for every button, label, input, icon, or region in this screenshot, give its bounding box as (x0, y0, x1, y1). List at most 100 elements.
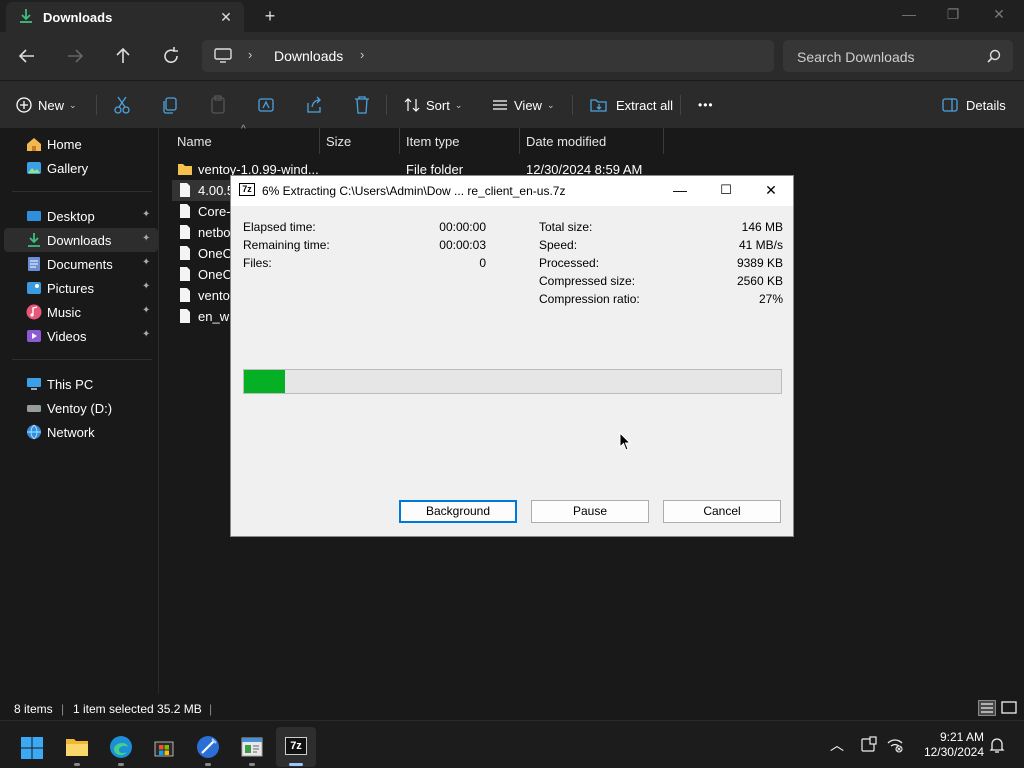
chevron-up-icon[interactable]: ︿ (830, 735, 844, 755)
cut-icon[interactable] (113, 93, 131, 117)
view-label: View (514, 97, 542, 113)
downloads-folder-icon (28, 233, 40, 247)
column-header-item-type[interactable]: Item type (406, 128, 459, 154)
address-bar[interactable]: › Downloads › (202, 40, 774, 72)
pin-icon: ✦ (142, 257, 151, 268)
dialog-maximize-button[interactable]: ☐ (703, 176, 749, 206)
notepad-icon (241, 737, 263, 757)
taskbar: 7z ︿ 9:21 AM 12/30/2024 (0, 720, 1024, 768)
column-divider[interactable] (663, 128, 664, 154)
clock[interactable]: 9:21 AM 12/30/2024 (914, 730, 984, 760)
taskbar-app[interactable] (188, 727, 228, 767)
sidebar-item-ventoy-drive[interactable]: Ventoy (D:) (4, 396, 158, 420)
delete-icon[interactable] (353, 93, 371, 117)
background-button[interactable]: Background (399, 500, 517, 523)
details-view-icon[interactable] (978, 700, 996, 716)
copy-icon[interactable] (161, 93, 179, 117)
view-button[interactable]: View ⌄ (492, 93, 555, 117)
start-button[interactable] (12, 727, 52, 767)
table-row[interactable]: en_wi (172, 306, 232, 327)
device-icon[interactable] (860, 736, 878, 754)
forward-icon[interactable] (62, 44, 88, 68)
pin-icon: ✦ (142, 281, 151, 292)
table-row[interactable]: OneC (172, 264, 232, 285)
address-row: › Downloads › Search Downloads (0, 32, 1024, 80)
sidebar-item-videos[interactable]: Videos ✦ (4, 324, 158, 348)
clock-time: 9:21 AM (939, 730, 984, 744)
chevron-down-icon: ⌄ (546, 99, 555, 110)
maximize-button[interactable]: ❐ (930, 0, 976, 30)
details-button[interactable]: Details (942, 93, 1006, 117)
taskbar-notepad[interactable] (232, 727, 272, 767)
sidebar-item-home[interactable]: Home (4, 132, 158, 156)
taskbar-file-explorer[interactable] (57, 727, 97, 767)
rename-icon[interactable] (257, 93, 275, 117)
extract-all-button[interactable]: Extract all (590, 93, 673, 117)
sidebar-item-documents[interactable]: Documents ✦ (4, 252, 158, 276)
compressed-size-value: 2560 KB (736, 274, 783, 288)
search-icon (987, 49, 1001, 63)
tab-close-button[interactable]: ✕ (216, 7, 236, 27)
sidebar-item-pictures[interactable]: Pictures ✦ (4, 276, 158, 300)
file-icon (180, 246, 190, 260)
sidebar-item-label: Music (47, 305, 81, 320)
sidebar-item-desktop[interactable]: Desktop ✦ (4, 204, 158, 228)
new-label: New (38, 97, 65, 113)
more-options-button[interactable]: ••• (698, 93, 714, 117)
tab-title: Downloads (43, 10, 113, 25)
share-icon[interactable] (305, 93, 323, 117)
file-icon (180, 288, 190, 302)
processed-label: Processed: (539, 256, 600, 270)
compression-ratio-label: Compression ratio: (539, 292, 640, 306)
table-row[interactable]: ventoy (172, 285, 236, 306)
sidebar-item-this-pc[interactable]: This PC (4, 372, 158, 396)
taskbar-7zip[interactable]: 7z (276, 727, 316, 767)
search-input[interactable]: Search Downloads (783, 40, 1013, 72)
chevron-down-icon: ⌄ (454, 99, 463, 110)
sidebar-item-label: Home (47, 137, 82, 152)
dialog-close-button[interactable]: ✕ (748, 176, 794, 206)
running-indicator (289, 763, 303, 766)
breadcrumb-chevron[interactable]: › (360, 47, 364, 62)
column-header-name[interactable]: Name (177, 128, 212, 154)
back-icon[interactable] (14, 44, 40, 68)
table-row[interactable]: Core- (172, 201, 231, 222)
new-tab-button[interactable]: + (258, 5, 282, 27)
pin-icon: ✦ (142, 305, 151, 316)
dialog-title-bar[interactable]: 7z 6% Extracting C:\Users\Admin\Dow ... … (231, 176, 793, 206)
column-divider[interactable] (519, 128, 520, 154)
cancel-button[interactable]: Cancel (663, 500, 781, 523)
dialog-minimize-button[interactable]: — (657, 176, 703, 206)
column-divider[interactable] (399, 128, 400, 154)
sidebar-item-downloads[interactable]: Downloads ✦ (4, 228, 158, 252)
pause-button[interactable]: Pause (531, 500, 649, 523)
sidebar-item-network[interactable]: Network (4, 420, 158, 444)
new-button[interactable]: New ⌄ (16, 93, 77, 117)
sort-button[interactable]: Sort ⌄ (404, 93, 462, 117)
up-icon[interactable] (110, 44, 136, 68)
column-divider[interactable] (319, 128, 320, 154)
sidebar-item-music[interactable]: Music ✦ (4, 300, 158, 324)
extract-archive-icon (590, 99, 607, 112)
sidebar-item-label: Ventoy (D:) (47, 401, 113, 416)
column-header-date-modified[interactable]: Date modified (526, 128, 606, 154)
sidebar-item-gallery[interactable]: Gallery (4, 156, 158, 180)
minimize-button[interactable]: — (886, 0, 932, 30)
table-row[interactable]: netbo (172, 222, 231, 243)
breadcrumb-downloads[interactable]: Downloads (274, 48, 343, 64)
tab-downloads[interactable]: Downloads ✕ (6, 2, 244, 32)
remaining-time-value: 00:00:03 (439, 238, 486, 252)
table-row[interactable]: 4.00.5 (172, 180, 234, 201)
divider (680, 95, 681, 115)
running-indicator (118, 763, 124, 766)
column-header-size[interactable]: Size (326, 128, 351, 154)
taskbar-edge[interactable] (101, 727, 141, 767)
refresh-icon[interactable] (158, 44, 184, 68)
network-status-icon[interactable] (886, 736, 904, 754)
taskbar-store[interactable] (144, 727, 184, 767)
paste-icon[interactable] (209, 93, 227, 117)
tiles-view-icon[interactable] (1000, 700, 1018, 716)
close-window-button[interactable]: ✕ (976, 0, 1022, 30)
table-row[interactable]: OneC (172, 243, 232, 264)
notification-bell-icon[interactable] (988, 736, 1006, 754)
